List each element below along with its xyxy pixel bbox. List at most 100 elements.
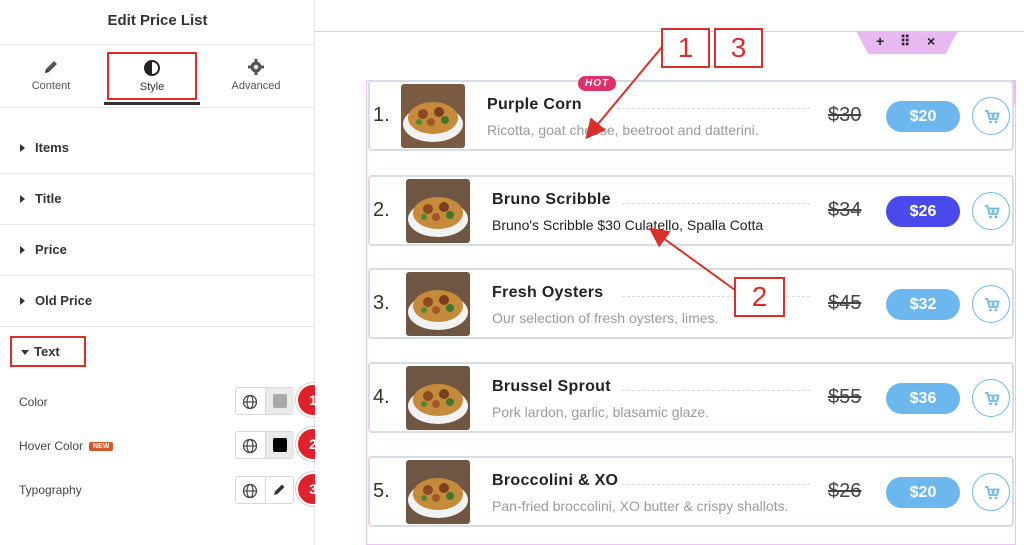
item-name: Broccolini & XO <box>492 472 619 489</box>
item-description: Pork lardon, garlic, blasamic glaze. <box>492 404 710 420</box>
price-badge: $20 <box>886 477 960 508</box>
tab-style[interactable]: Style <box>107 52 197 100</box>
cart-icon <box>985 298 1000 312</box>
hover-color-picker[interactable] <box>266 432 294 458</box>
section-label: Text <box>34 344 60 359</box>
item-number: 5. <box>373 480 390 502</box>
price-badge: $36 <box>886 383 960 414</box>
close-icon[interactable]: × <box>927 33 935 49</box>
hover-color-label: Hover Color NEW <box>19 439 114 453</box>
cart-icon <box>985 392 1000 406</box>
price-badge: $26 <box>886 196 960 227</box>
hover-color-text: Hover Color <box>19 439 84 453</box>
list-item[interactable]: 3. Fresh Oysters Our selection of fresh … <box>368 268 1014 339</box>
pencil-icon <box>6 58 96 76</box>
caret-down-icon <box>21 350 29 355</box>
section-text[interactable]: Text <box>10 336 86 367</box>
section-label: Items <box>35 140 69 155</box>
add-to-cart-button[interactable] <box>972 379 1010 417</box>
item-name: Purple Corn <box>487 96 582 113</box>
food-image <box>406 366 470 430</box>
panel-title: Edit Price List <box>107 12 208 29</box>
caret-right-icon <box>20 246 25 254</box>
section-label: Price <box>35 242 67 257</box>
old-price: $34 <box>828 199 862 221</box>
section-old-price[interactable]: Old Price <box>0 277 315 327</box>
callout-label: 3 <box>714 28 763 68</box>
section-price[interactable]: Price <box>0 226 315 276</box>
tab-label: Content <box>31 80 71 92</box>
new-badge: NEW <box>89 442 114 452</box>
gear-icon <box>211 58 301 76</box>
section-items[interactable]: Items <box>0 124 315 174</box>
globe-icon[interactable] <box>241 393 259 411</box>
dotted-separator <box>622 484 810 485</box>
divider <box>0 44 315 45</box>
add-to-cart-button[interactable] <box>972 97 1010 135</box>
food-image <box>406 179 470 243</box>
item-number: 1. <box>373 104 390 126</box>
section-label: Title <box>35 191 62 206</box>
add-to-cart-button[interactable] <box>972 473 1010 511</box>
list-item[interactable]: 5. Broccolini & XO Pan-fried broccolini,… <box>368 456 1014 527</box>
caret-right-icon <box>20 195 25 203</box>
tab-advanced[interactable]: Advanced <box>211 56 301 100</box>
globe-icon[interactable] <box>241 437 259 455</box>
half-circle-icon <box>109 59 195 77</box>
item-description: Ricotta, goat cheese, beetroot and datte… <box>487 122 759 138</box>
old-price: $55 <box>828 386 862 408</box>
globe-icon[interactable] <box>241 482 259 500</box>
add-to-cart-button[interactable] <box>972 192 1010 230</box>
old-price: $45 <box>828 292 862 314</box>
list-item[interactable]: 1. Purple Corn Ricotta, goat cheese, bee… <box>368 76 1014 151</box>
section-handle[interactable]: + ⠿ × <box>856 31 958 54</box>
divider <box>0 107 315 108</box>
food-image <box>406 272 470 336</box>
drag-handle-icon[interactable]: ⠿ <box>900 33 910 50</box>
item-name: Bruno Scribble <box>492 191 611 208</box>
dotted-separator <box>622 390 810 391</box>
divider <box>265 477 266 503</box>
cart-icon <box>985 110 1000 124</box>
food-image <box>401 84 465 148</box>
dotted-separator <box>622 203 810 204</box>
section-label: Old Price <box>35 293 93 308</box>
cart-icon <box>985 486 1000 500</box>
section-title[interactable]: Title <box>0 175 315 225</box>
list-item[interactable]: 2. Bruno Scribble Bruno's Scribble $30 C… <box>368 175 1014 246</box>
hot-badge: HOT <box>578 76 617 91</box>
add-icon[interactable]: + <box>876 33 884 49</box>
list-item[interactable]: 4. Brussel Sprout Pork lardon, garlic, b… <box>368 362 1014 433</box>
callout-label: 1 <box>661 28 710 68</box>
old-price: $30 <box>828 104 862 126</box>
typography-control <box>235 476 294 504</box>
item-name: Brussel Sprout <box>492 378 611 395</box>
price-badge: $32 <box>886 289 960 320</box>
caret-right-icon <box>20 144 25 152</box>
cart-icon <box>985 205 1000 219</box>
callout-label: 2 <box>734 277 785 317</box>
tab-label: Style <box>139 81 165 93</box>
item-number: 4. <box>373 386 390 408</box>
item-number: 3. <box>373 292 390 314</box>
hover-color-control <box>235 431 294 459</box>
item-description: Our selection of fresh oysters, limes. <box>492 310 719 326</box>
old-price: $26 <box>828 480 862 502</box>
tab-label: Advanced <box>231 80 281 92</box>
item-description: Bruno's Scribble $30 Culatello, Spalla C… <box>492 217 764 233</box>
active-tab-indicator <box>104 102 200 105</box>
color-swatch <box>273 438 287 452</box>
item-description: Pan-fried broccolini, XO butter & crispy… <box>492 498 789 514</box>
tab-content[interactable]: Content <box>6 56 96 100</box>
item-name: Fresh Oysters <box>492 284 604 301</box>
food-image <box>406 460 470 524</box>
pencil-icon[interactable] <box>270 481 288 499</box>
price-badge: $20 <box>886 101 960 132</box>
color-picker[interactable] <box>266 388 294 414</box>
typography-label: Typography <box>19 483 82 497</box>
color-label: Color <box>19 395 48 409</box>
item-number: 2. <box>373 199 390 221</box>
editor-panel: Edit Price List Content Style Advanced I… <box>0 0 330 545</box>
caret-right-icon <box>20 297 25 305</box>
add-to-cart-button[interactable] <box>972 285 1010 323</box>
